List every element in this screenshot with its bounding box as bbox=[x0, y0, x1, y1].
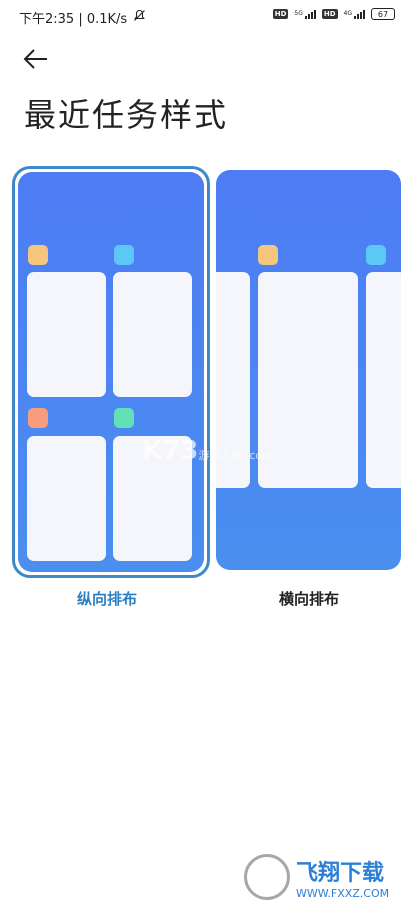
hd-badge: HD bbox=[321, 9, 338, 19]
option-portrait[interactable] bbox=[12, 166, 210, 578]
signal-5g-icon: 5G bbox=[294, 9, 316, 19]
option-label-portrait[interactable]: 纵向排布 bbox=[12, 588, 202, 609]
option-landscape[interactable] bbox=[216, 166, 406, 576]
page-title: 最近任务样式 bbox=[24, 96, 229, 134]
status-right: HD 5G HD 4G 67 bbox=[272, 8, 395, 20]
app-icon-yellow bbox=[28, 245, 48, 265]
app-icon-orange bbox=[28, 408, 48, 428]
logo-icon bbox=[244, 854, 290, 900]
app-icon-green bbox=[114, 408, 134, 428]
watermark: K73游戏之家 .com bbox=[142, 436, 273, 466]
back-button[interactable] bbox=[22, 44, 58, 74]
app-icon-cyan bbox=[114, 245, 134, 265]
app-icon-yellow bbox=[258, 245, 278, 265]
task-card bbox=[366, 272, 401, 488]
portrait-preview bbox=[18, 172, 204, 572]
bell-off-icon bbox=[133, 9, 146, 26]
task-card bbox=[27, 272, 106, 397]
landscape-preview bbox=[216, 170, 401, 570]
option-label-landscape[interactable]: 横向排布 bbox=[214, 588, 404, 609]
logo-name: 飞翔下载 bbox=[296, 860, 385, 886]
arrow-left-icon bbox=[23, 49, 47, 69]
site-logo: 飞翔下载 WWW.FXXZ.COM bbox=[244, 852, 404, 902]
status-bar: 下午2:35 | 0.1K/s HD 5G HD 4G 67 bbox=[0, 0, 409, 34]
app-icon-cyan bbox=[366, 245, 386, 265]
task-card bbox=[27, 436, 106, 561]
status-left: 下午2:35 | 0.1K/s bbox=[19, 8, 146, 27]
signal-4g-icon: 4G bbox=[344, 9, 365, 19]
task-card bbox=[258, 272, 358, 488]
hd-badge: HD bbox=[272, 9, 289, 19]
logo-url: WWW.FXXZ.COM bbox=[296, 886, 390, 900]
status-time-speed: 下午2:35 | 0.1K/s bbox=[19, 12, 128, 27]
task-card bbox=[113, 272, 192, 397]
battery-icon: 67 bbox=[371, 8, 395, 20]
